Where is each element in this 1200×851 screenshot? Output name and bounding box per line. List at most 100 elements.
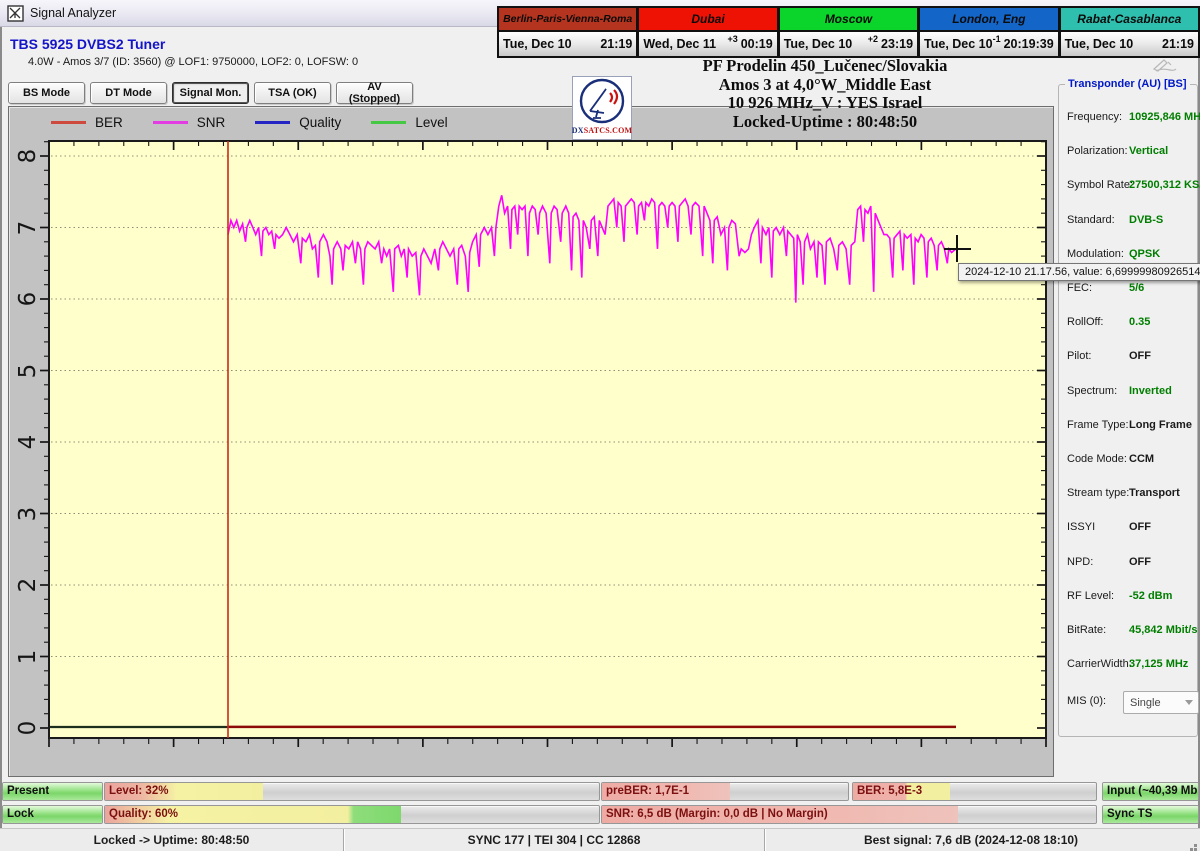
transponder-label: Frame Type: bbox=[1067, 419, 1129, 434]
y-axis-label: 2 bbox=[13, 570, 43, 600]
transponder-row: Modulation:QPSK bbox=[1067, 248, 1191, 263]
station-line-antenna: PF Prodelin 450_Lučenec/Slovakia bbox=[610, 57, 1040, 76]
y-axis-label: 5 bbox=[13, 356, 43, 386]
transponder-row: Pilot: OFF bbox=[1067, 350, 1191, 365]
cursor-tooltip: 2024-12-10 21.17.56, value: 6,6999998092… bbox=[958, 263, 1200, 281]
meter-label: Input (~40,39 Mbps) bbox=[1107, 783, 1199, 800]
clock-date: Tue, Dec 10 bbox=[924, 37, 993, 51]
quality-legend-line bbox=[255, 121, 290, 124]
meter-label: preBER: 1,7E-1 bbox=[606, 783, 689, 800]
transponder-value: DVB-S bbox=[1129, 214, 1163, 226]
clock-city-label: Berlin-Paris-Vienna-Roma bbox=[499, 8, 636, 32]
transponder-row: Symbol Rate:27500,312 KS/s bbox=[1067, 179, 1191, 194]
mis-dropdown[interactable]: Single bbox=[1123, 691, 1199, 714]
transponder-label: RF Level: bbox=[1067, 590, 1114, 605]
y-axis-label: 1 bbox=[13, 642, 43, 672]
window-title: Signal Analyzer bbox=[30, 6, 116, 20]
transponder-label: Spectrum: bbox=[1067, 385, 1117, 400]
meter-label: Sync TS bbox=[1107, 806, 1152, 823]
status-best-signal: Best signal: 7,6 dB (2024-12-08 18:10) bbox=[765, 829, 1177, 851]
snr-plot[interactable] bbox=[49, 141, 1046, 738]
meter-label: Lock bbox=[7, 806, 34, 823]
transponder-label: Code Mode: bbox=[1067, 453, 1127, 468]
transponder-label: ISSYI bbox=[1067, 521, 1095, 536]
transponder-label: Pilot: bbox=[1067, 350, 1091, 365]
ber-legend-line bbox=[51, 121, 86, 124]
transponder-row: ISSYIOFF bbox=[1067, 521, 1191, 536]
clock-utc-offset: -1 bbox=[993, 34, 1001, 44]
meter-label: Quality: 60% bbox=[109, 806, 178, 823]
sync-ts-meter: Sync TS bbox=[1102, 805, 1199, 824]
input-bitrate-meter: Input (~40,39 Mbps) bbox=[1102, 782, 1199, 801]
station-line-satellite: Amos 3 at 4,0°W_Middle East bbox=[610, 76, 1040, 95]
signal-analyzer-window: { "window": {"title": "Signal Analyzer"}… bbox=[0, 0, 1200, 850]
chevron-down-icon bbox=[1185, 700, 1193, 705]
transponder-label: Symbol Rate: bbox=[1067, 179, 1133, 194]
tuner-config: 4.0W - Amos 3/7 (ID: 3560) @ LOF1: 97500… bbox=[28, 56, 358, 68]
station-line-uptime: Locked-Uptime : 80:48:50 bbox=[610, 113, 1040, 132]
signal-mon-button[interactable]: Signal Mon. bbox=[172, 82, 249, 104]
transponder-panel: Transponder (AU) [BS] Frequency:10925,84… bbox=[1058, 84, 1198, 737]
clock-london: London, Eng Tue, Dec 10 -1 20:19:39 bbox=[919, 6, 1060, 58]
app-icon bbox=[7, 5, 24, 22]
level-legend-line bbox=[371, 121, 406, 124]
transponder-value: OFF bbox=[1129, 350, 1151, 362]
transponder-row: Stream type:Transport bbox=[1067, 487, 1191, 502]
transponder-value: 27500,312 KS/s bbox=[1129, 179, 1200, 191]
quality-meter: Quality: 60% bbox=[104, 805, 600, 824]
transponder-label: RollOff: bbox=[1067, 316, 1103, 331]
transponder-panel-title: Transponder (AU) [BS] bbox=[1065, 78, 1190, 90]
transponder-row: FEC:5/6 bbox=[1067, 282, 1191, 297]
meter-label: Level: 32% bbox=[109, 783, 168, 800]
clock-date: Tue, Dec 10 bbox=[1065, 37, 1159, 51]
transponder-row: BitRate:45,842 Mbit/s bbox=[1067, 624, 1191, 639]
station-line-frequency: 10 926 MHz_V : YES Israel bbox=[610, 94, 1040, 113]
clock-city-label: London, Eng bbox=[920, 8, 1058, 32]
transponder-label: FEC: bbox=[1067, 282, 1092, 297]
y-axis-label: 7 bbox=[13, 213, 43, 243]
transponder-value: Transport bbox=[1129, 487, 1180, 499]
meter-label: SNR: 6,5 dB (Margin: 0,0 dB | No Margin) bbox=[606, 806, 828, 823]
dt-mode-button[interactable]: DT Mode bbox=[90, 82, 167, 104]
y-axis-label: 3 bbox=[13, 499, 43, 529]
transponder-row: Spectrum: Inverted bbox=[1067, 385, 1191, 400]
mis-label: MIS (0): bbox=[1067, 695, 1106, 707]
clock-city-label: Moscow bbox=[780, 8, 917, 32]
transponder-value: QPSK bbox=[1129, 248, 1160, 260]
clock-date: Tue, Dec 10 bbox=[503, 37, 597, 51]
tuner-title: TBS 5925 DVBS2 Tuner bbox=[10, 36, 165, 52]
legend-item-level: Level bbox=[371, 115, 447, 130]
legend-item-ber: BER bbox=[51, 115, 123, 130]
transponder-label: Frequency: bbox=[1067, 111, 1122, 126]
world-clocks: Berlin-Paris-Vienna-Roma Tue, Dec 10 21:… bbox=[497, 6, 1200, 58]
snr-meter: SNR: 6,5 dB (Margin: 0,0 dB | No Margin) bbox=[601, 805, 1097, 824]
av-button[interactable]: AV (Stopped) bbox=[336, 82, 413, 104]
tsa-button[interactable]: TSA (OK) bbox=[254, 82, 331, 104]
transponder-value: 37,125 MHz bbox=[1129, 658, 1188, 670]
clock-rabat: Rabat-Casablanca Tue, Dec 10 21:19 bbox=[1060, 6, 1200, 58]
dxsatcs-label: DXSATCS.COM bbox=[572, 126, 633, 135]
clock-time-value: 00:19 bbox=[741, 37, 773, 51]
lock-meter: Lock bbox=[2, 805, 103, 824]
transponder-label: Standard: bbox=[1067, 214, 1115, 229]
bs-mode-button[interactable]: BS Mode bbox=[8, 82, 85, 104]
transponder-row: CarrierWidth:37,125 MHz bbox=[1067, 658, 1191, 673]
clock-time-value: 23:19 bbox=[881, 37, 913, 51]
clock-date: Tue, Dec 10 bbox=[784, 37, 868, 51]
clock-date: Wed, Dec 11 bbox=[643, 37, 727, 51]
clock-utc-offset: +2 bbox=[868, 34, 878, 44]
transponder-row: Standard: DVB-S bbox=[1067, 214, 1191, 229]
transponder-label: Stream type: bbox=[1067, 487, 1129, 502]
transponder-value: Vertical bbox=[1129, 145, 1168, 157]
signature-icon bbox=[1152, 57, 1178, 73]
status-uptime: Locked -> Uptime: 80:48:50 bbox=[0, 829, 344, 851]
transponder-label: NPD: bbox=[1067, 556, 1093, 571]
transponder-value: 45,842 Mbit/s bbox=[1129, 624, 1197, 636]
clock-utc-offset: +3 bbox=[727, 34, 737, 44]
transponder-value: Long Frame bbox=[1129, 419, 1192, 431]
transponder-row: NPD:OFF bbox=[1067, 556, 1191, 571]
transponder-value: Inverted bbox=[1129, 385, 1172, 397]
clock-city-label: Rabat-Casablanca bbox=[1061, 8, 1198, 32]
resize-grip[interactable] bbox=[1194, 844, 1197, 847]
legend-item-snr: SNR bbox=[153, 115, 226, 130]
